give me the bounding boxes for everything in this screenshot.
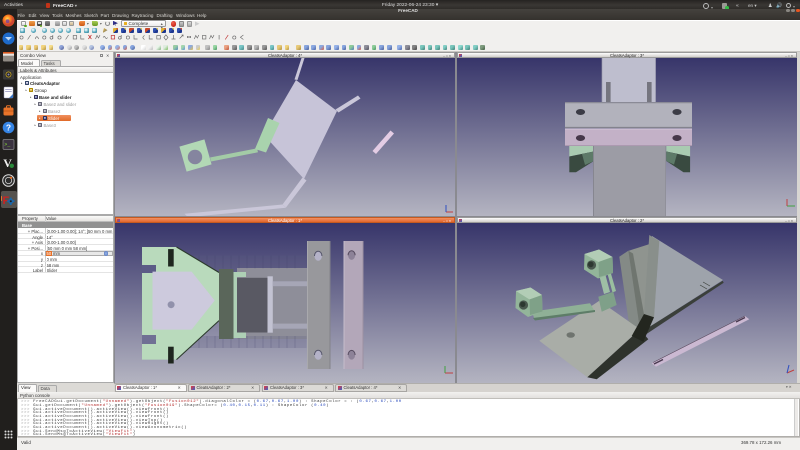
svg-text:?: ? [6, 123, 11, 133]
svg-text:>_: >_ [4, 142, 11, 148]
